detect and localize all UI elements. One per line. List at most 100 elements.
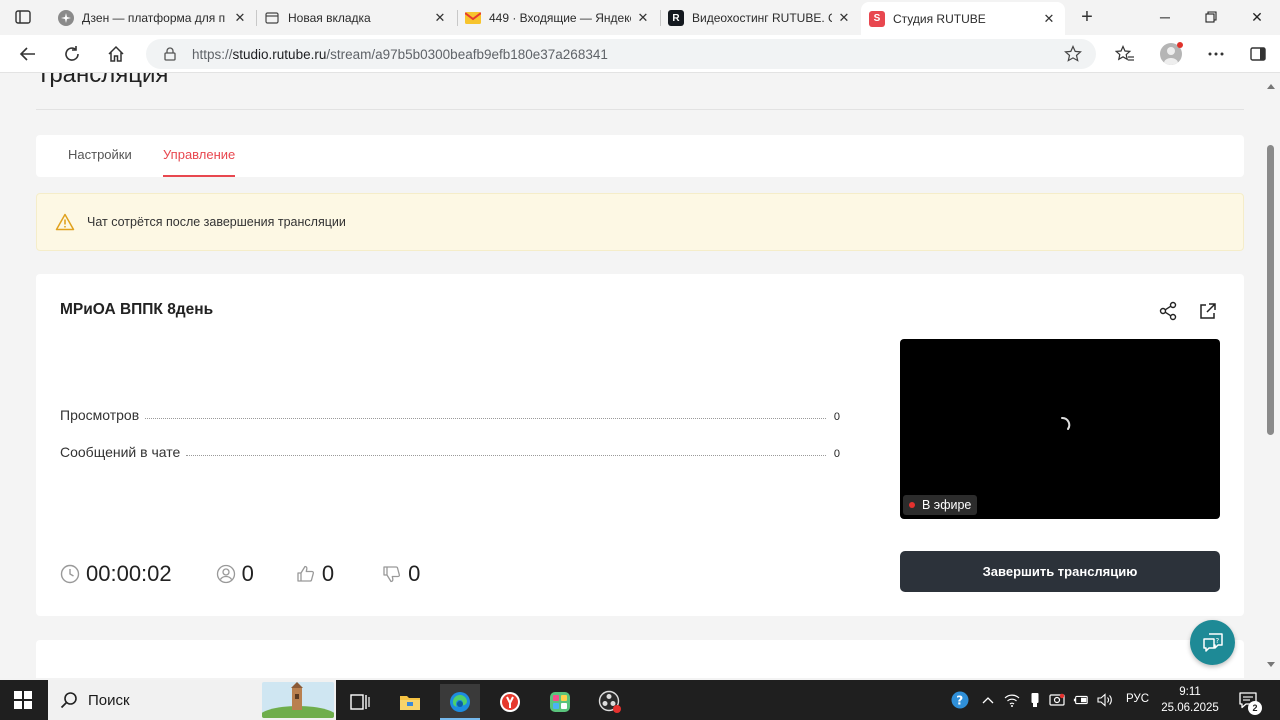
page-viewport: Трансляция Настройки Управление Чат сотр…: [0, 73, 1262, 678]
address-bar[interactable]: https://studio.rutube.ru/stream/a97b5b03…: [146, 39, 1096, 69]
viewers-value: 0: [241, 561, 254, 586]
notice-text: Чат сотрётся после завершения трансляции: [87, 215, 346, 229]
tab-title: 449 · Входящие — Яндекс: [489, 11, 631, 25]
battery-icon[interactable]: [1073, 692, 1089, 708]
wifi-icon[interactable]: [1004, 692, 1020, 708]
windows-taskbar: Поиск ? РУС 9:11 25.06.2025 2: [0, 680, 1280, 720]
stream-title: МРиОА ВППК 8день: [60, 301, 214, 318]
end-stream-button[interactable]: Завершить трансляцию: [900, 551, 1220, 592]
close-tab-icon[interactable]: ✕: [432, 10, 448, 26]
file-explorer-icon[interactable]: [390, 684, 430, 720]
close-tab-icon[interactable]: ✕: [635, 10, 651, 26]
search-placeholder: Поиск: [88, 691, 130, 709]
show-hidden-icons-icon[interactable]: [980, 692, 996, 708]
help-icon[interactable]: ?: [951, 691, 969, 709]
more-options-icon[interactable]: [1205, 43, 1227, 65]
thumbs-up-icon: [296, 564, 316, 584]
loading-spinner-icon: [1061, 417, 1071, 430]
yandex-browser-icon[interactable]: [490, 684, 530, 720]
clock-date: 25.06.2025: [1161, 702, 1219, 714]
store-app-icon[interactable]: [540, 684, 580, 720]
browser-tab-rutube[interactable]: R Видеохостинг RUTUBE. Св ✕: [660, 4, 860, 32]
obs-studio-icon[interactable]: [590, 684, 630, 720]
browser-tab-rutube-studio[interactable]: S Студия RUTUBE ✕: [861, 2, 1065, 35]
close-tab-icon[interactable]: ✕: [836, 10, 852, 26]
taskbar-search[interactable]: Поиск: [48, 680, 336, 720]
new-tab-icon[interactable]: +: [1076, 6, 1098, 28]
close-window-icon[interactable]: ✕: [1246, 6, 1268, 28]
windows-start-icon[interactable]: [14, 691, 32, 709]
input-language[interactable]: РУС: [1126, 693, 1149, 705]
refresh-icon[interactable]: [61, 43, 83, 65]
browser-tab-new[interactable]: Новая вкладка ✕: [256, 4, 456, 32]
page-title: Трансляция: [36, 73, 169, 88]
edge-browser-icon[interactable]: [440, 684, 480, 720]
lock-icon[interactable]: [162, 46, 178, 62]
stat-chat-messages: Сообщений в чате 0: [60, 442, 840, 460]
secondary-card: [36, 640, 1244, 678]
dotted-leader: [145, 418, 826, 419]
favorite-star-icon[interactable]: [1064, 45, 1082, 63]
stat-value: 0: [833, 448, 840, 460]
dzen-icon: [58, 10, 74, 26]
rutube-studio-icon: S: [869, 10, 885, 27]
scroll-thumb[interactable]: [1267, 145, 1274, 435]
task-view-icon[interactable]: [340, 684, 380, 720]
share-icon[interactable]: [1157, 300, 1179, 322]
stat-value: 0: [833, 411, 840, 423]
thumbs-down-icon: [382, 564, 402, 584]
duration-counter: 00:00:02: [60, 561, 172, 587]
search-highlight-image: [262, 682, 334, 718]
clock-time: 9:11: [1179, 686, 1201, 698]
tab-actions-icon[interactable]: [12, 8, 34, 26]
user-icon: [216, 564, 236, 584]
live-dot-icon: [909, 502, 915, 508]
dotted-leader: [186, 455, 826, 456]
dislikes-value: 0: [408, 561, 421, 586]
tab-title: Новая вкладка: [288, 11, 371, 25]
restore-icon[interactable]: [1200, 6, 1222, 28]
warning-icon: [55, 213, 75, 231]
notification-count-badge: 2: [1248, 701, 1262, 715]
system-clock[interactable]: 9:11 25.06.2025: [1158, 684, 1222, 716]
tab-title: Студия RUTUBE: [893, 11, 986, 26]
browser-tab-dzen[interactable]: Дзен — платформа для п ✕: [50, 4, 256, 32]
svg-text:?: ?: [1215, 637, 1219, 645]
scroll-up-icon[interactable]: [1267, 83, 1275, 91]
tab-settings[interactable]: Настройки: [68, 147, 132, 177]
chat-warning-notice: Чат сотрётся после завершения трансляции: [36, 193, 1244, 251]
stream-preview-player[interactable]: В эфире: [900, 339, 1220, 519]
favorites-list-icon[interactable]: [1114, 43, 1136, 65]
close-tab-icon[interactable]: ✕: [1041, 11, 1057, 27]
stat-label: Сообщений в чате: [60, 444, 181, 460]
likes-counter: 0: [296, 561, 334, 587]
viewers-counter: 0: [216, 561, 254, 587]
live-label: В эфире: [922, 498, 972, 512]
stream-tabs: Настройки Управление: [36, 135, 1244, 177]
page-scrollbar[interactable]: [1262, 73, 1280, 678]
back-icon[interactable]: [17, 43, 39, 65]
profile-status-dot: [1177, 42, 1183, 48]
stream-card: МРиОА ВППК 8день Просмотров 0 Сообщений …: [36, 274, 1244, 616]
usb-device-icon[interactable]: [1027, 692, 1043, 708]
screen-record-icon[interactable]: [1049, 692, 1065, 708]
external-link-icon[interactable]: [1197, 300, 1219, 322]
close-tab-icon[interactable]: ✕: [232, 10, 248, 26]
minimize-icon[interactable]: ─: [1154, 6, 1176, 28]
support-chat-icon: ?: [1202, 632, 1223, 652]
volume-icon[interactable]: [1097, 692, 1113, 708]
browser-tab-bar: Дзен — платформа для п ✕ Новая вкладка ✕…: [0, 0, 1280, 35]
tab-management[interactable]: Управление: [163, 147, 236, 177]
clock-icon: [60, 564, 80, 584]
tab-title: Видеохостинг RUTUBE. Св: [692, 11, 832, 25]
sidebar-toggle-icon[interactable]: [1247, 43, 1269, 65]
rutube-icon: R: [668, 10, 684, 26]
yandex-mail-icon: [465, 10, 481, 26]
home-icon[interactable]: [105, 43, 127, 65]
browser-tab-yandex-mail[interactable]: 449 · Входящие — Яндекс ✕: [457, 4, 659, 32]
live-badge: В эфире: [903, 495, 978, 515]
support-chat-button[interactable]: ?: [1190, 620, 1235, 665]
stat-views: Просмотров 0: [60, 405, 840, 423]
scroll-down-icon[interactable]: [1267, 660, 1275, 668]
url-text: https://studio.rutube.ru/stream/a97b5b03…: [192, 46, 608, 62]
